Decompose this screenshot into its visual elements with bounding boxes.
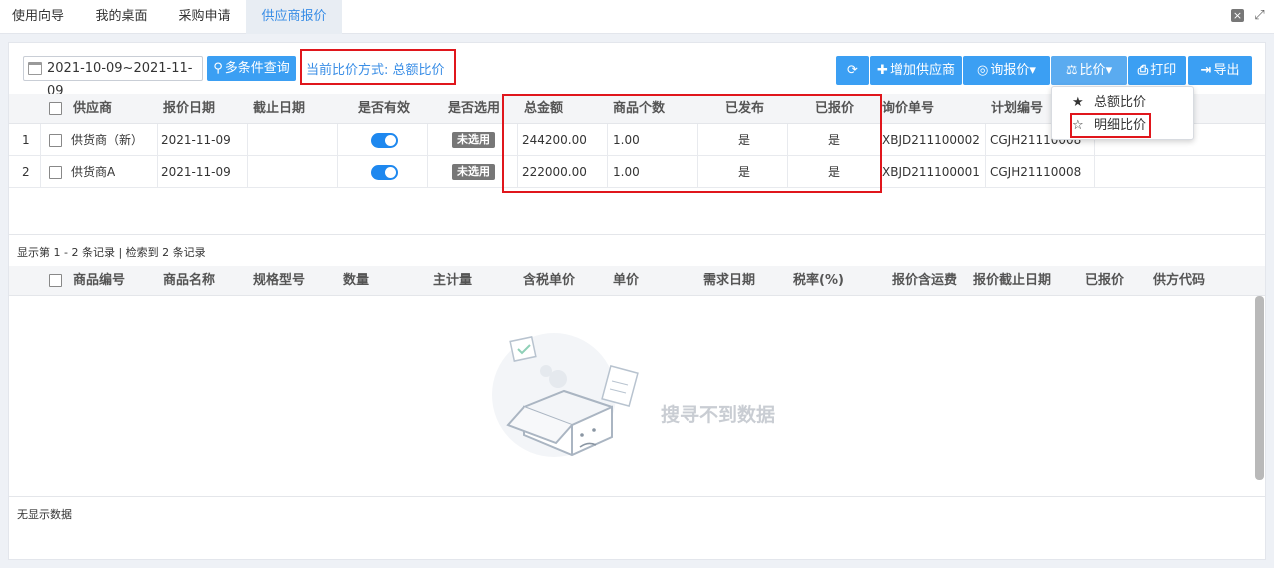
- col-item-code[interactable]: 商品编号: [73, 266, 125, 296]
- inquiry-label: 询报价: [990, 63, 1030, 78]
- col-divider: [40, 124, 41, 188]
- divider: [9, 496, 1265, 497]
- empty-box-illustration: [492, 333, 639, 457]
- col-selected[interactable]: 是否选用: [448, 94, 500, 124]
- col-inquiry-no[interactable]: 询价单号: [882, 94, 934, 124]
- supplier-name: 供货商A: [71, 165, 116, 179]
- inquiry-button[interactable]: ◎ 询报价▾: [963, 56, 1050, 85]
- star-filled-icon: ★: [1072, 95, 1084, 110]
- col-tax-rate[interactable]: 税率(%): [793, 266, 844, 296]
- col-item-name[interactable]: 商品名称: [163, 266, 215, 296]
- col-tax-price[interactable]: 含税单价: [523, 266, 575, 296]
- scale-icon: ⚖: [1065, 63, 1078, 78]
- tab-supplier-quote[interactable]: 供应商报价: [246, 0, 342, 34]
- menu-item-total-compare[interactable]: ★ 总额比价: [1052, 92, 1195, 114]
- print-label: 打印: [1150, 63, 1177, 78]
- multi-search-button[interactable]: ⚲ 多条件查询: [207, 56, 296, 81]
- col-quote-deadline[interactable]: 报价截止日期: [973, 266, 1051, 296]
- col-quantity[interactable]: 数量: [343, 266, 369, 296]
- export-icon: ⇥: [1200, 63, 1212, 78]
- tab-desktop[interactable]: 我的桌面: [80, 0, 163, 34]
- col-divider: [985, 124, 986, 188]
- select-all-checkbox[interactable]: [49, 102, 62, 115]
- col-divider: [247, 124, 248, 188]
- close-all-icon[interactable]: ×: [1231, 9, 1244, 22]
- supplier-name: 供货商（新）: [71, 133, 144, 147]
- refresh-button[interactable]: ⟳: [836, 56, 869, 85]
- col-divider: [427, 124, 428, 188]
- plus-icon: ✚: [877, 63, 888, 78]
- caret-down-icon: ▾: [1105, 63, 1113, 78]
- vertical-scrollbar[interactable]: [1255, 296, 1264, 480]
- detail-grid-pager: 无显示数据: [17, 508, 72, 521]
- tab-bar: 使用向导 我的桌面 采购申请 供应商报价 × ⤢: [0, 0, 1274, 34]
- calendar-icon: [28, 62, 42, 75]
- add-supplier-label: 增加供应商: [889, 63, 955, 78]
- export-label: 导出: [1213, 63, 1240, 78]
- highlight-detail-item-box: [1070, 113, 1151, 138]
- export-button[interactable]: ⇥ 导出: [1188, 56, 1252, 85]
- row-checkbox[interactable]: [49, 134, 62, 147]
- col-supplier-code[interactable]: 供方代码: [1153, 266, 1205, 296]
- handshake-icon: ◎: [977, 63, 989, 78]
- col-unit[interactable]: 主计量: [433, 266, 472, 296]
- col-divider: [337, 124, 338, 188]
- col-spec[interactable]: 规格型号: [253, 266, 305, 296]
- top-grid-pager: 显示第 1 - 2 条记录 | 检索到 2 条记录: [17, 246, 206, 259]
- row-checkbox[interactable]: [49, 166, 62, 179]
- refresh-icon: ⟳: [847, 63, 858, 78]
- select-all-checkbox[interactable]: [49, 274, 62, 287]
- search-icon: ⚲: [213, 61, 223, 76]
- quote-date: 2021-11-09: [161, 133, 231, 147]
- selected-status-badge: 未选用: [452, 164, 495, 180]
- compare-label: 比价: [1079, 63, 1106, 78]
- col-quote-date[interactable]: 报价日期: [163, 94, 215, 124]
- highlight-mode-box: [300, 49, 456, 85]
- col-price[interactable]: 单价: [613, 266, 639, 296]
- printer-icon: ⎙: [1137, 63, 1149, 78]
- caret-down-icon: ▾: [1029, 63, 1036, 78]
- valid-toggle[interactable]: [371, 165, 398, 180]
- highlight-amount-box: [502, 94, 882, 193]
- fullscreen-icon[interactable]: ⤢: [1253, 9, 1266, 22]
- print-button[interactable]: ⎙ 打印: [1128, 56, 1186, 85]
- divider: [9, 234, 1265, 235]
- row-number: 2: [22, 165, 30, 179]
- tab-guide[interactable]: 使用向导: [0, 0, 76, 34]
- col-plan-no[interactable]: 计划编号: [991, 94, 1043, 124]
- plan-number: CGJH21110008: [990, 165, 1082, 179]
- empty-state-text: 搜寻不到数据: [661, 404, 776, 426]
- valid-toggle[interactable]: [371, 133, 398, 148]
- col-valid[interactable]: 是否有效: [358, 94, 410, 124]
- inquiry-number: XBJD211100001: [882, 165, 980, 179]
- selected-status-badge: 未选用: [452, 132, 495, 148]
- col-quoted[interactable]: 已报价: [1085, 266, 1124, 296]
- row-number: 1: [22, 133, 30, 147]
- multi-search-label: 多条件查询: [224, 61, 290, 76]
- col-need-date[interactable]: 需求日期: [703, 266, 755, 296]
- col-divider: [157, 124, 158, 188]
- quote-date: 2021-11-09: [161, 165, 231, 179]
- date-range-field[interactable]: 2021-10-09~2021-11-09: [23, 56, 203, 99]
- inquiry-number: XBJD211100002: [882, 133, 980, 147]
- tab-purchase-request[interactable]: 采购申请: [163, 0, 246, 34]
- col-freight[interactable]: 报价含运费: [892, 266, 957, 296]
- menu-item-label: 总额比价: [1094, 95, 1147, 110]
- col-deadline[interactable]: 截止日期: [253, 94, 305, 124]
- col-supplier[interactable]: 供应商: [73, 94, 112, 124]
- compare-button[interactable]: ⚖ 比价▾: [1051, 56, 1127, 85]
- detail-grid-header: 商品编号 商品名称 规格型号 数量 主计量 含税单价 单价 需求日期 税率(%)…: [9, 266, 1265, 296]
- add-supplier-button[interactable]: ✚ 增加供应商: [870, 56, 962, 85]
